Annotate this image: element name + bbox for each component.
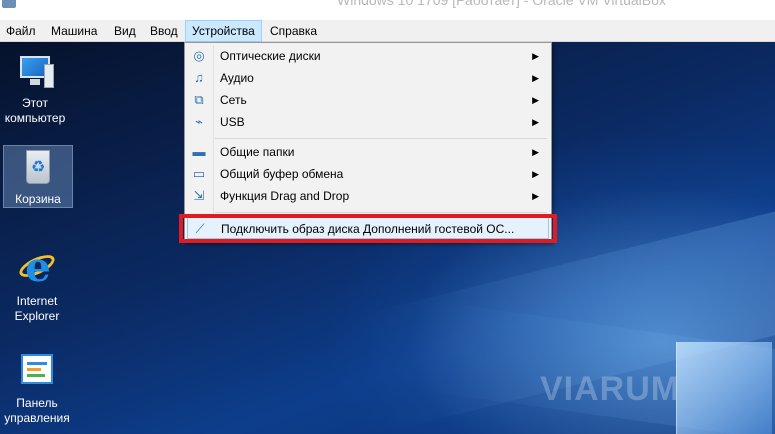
desktop-icon-label: Корзина [15,192,61,206]
menu-item-label: Аудио [220,71,254,85]
this-pc-icon [14,50,56,92]
usb-icon: ⌁ [195,114,203,129]
submenu-arrow-icon: ▶ [532,117,539,127]
menu-separator [215,212,547,213]
devices-menu: ◎ Оптические диски ▶ ♫ Аудио ▶ ⧉ Сеть ▶ … [184,42,552,243]
submenu-arrow-icon: ▶ [532,51,539,61]
desktop-icon-label: Панель управления [4,396,70,425]
drag-drop-icon: ⇲ [193,188,205,203]
desktop-icon-this-pc[interactable]: Этот компьютер [1,50,69,126]
control-panel-icon [16,350,58,392]
menu-item-usb[interactable]: ⌁ USB ▶ [187,111,549,133]
menu-item-audio[interactable]: ♫ Аудио ▶ [187,67,549,89]
wallpaper-windows-logo [676,342,772,434]
menu-item-shared-clipboard[interactable]: ▭ Общий буфер обмена ▶ [187,163,549,185]
menu-file[interactable]: Файл [0,20,42,42]
annotation-highlight-box [179,214,557,243]
submenu-arrow-icon: ▶ [532,147,539,157]
menu-input[interactable]: Ввод [144,20,184,42]
clipboard-icon: ▭ [192,166,206,181]
watermark: VIARUM [540,370,681,408]
window-title: Windows 10 1709 [Работает] - Oracle VM V… [337,0,666,8]
desktop-icon-internet-explorer[interactable]: e Internet Explorer [3,248,71,324]
internet-explorer-icon: e [16,248,58,290]
menu-help[interactable]: Справка [264,20,323,42]
submenu-arrow-icon: ▶ [532,191,539,201]
menu-item-label: Оптические диски [220,49,321,63]
desktop-icon-control-panel[interactable]: Панель управления [3,350,71,426]
submenu-arrow-icon: ▶ [532,169,539,179]
window-titlebar: Windows 10 1709 [Работает] - Oracle VM V… [0,0,775,20]
desktop-icon-label: Internet Explorer [14,294,60,323]
menu-item-label: USB [220,115,245,129]
network-icon: ⧉ [194,92,204,107]
menu-item-label: Функция Drag and Drop [220,189,350,203]
desktop-icon-label: Этот компьютер [4,96,66,125]
menu-item-drag-and-drop[interactable]: ⇲ Функция Drag and Drop ▶ [187,185,549,207]
menu-item-network[interactable]: ⧉ Сеть ▶ [187,89,549,111]
menu-devices[interactable]: Устройства [185,20,262,42]
menu-view[interactable]: Вид [108,20,142,42]
menu-item-label: Сеть [220,93,247,107]
desktop-icon-recycle-bin[interactable]: ♻ Корзина [3,145,73,208]
menu-item-shared-folders[interactable]: ▬ Общие папки ▶ [187,141,549,163]
menu-machine[interactable]: Машина [45,20,103,42]
menu-item-optical-drives[interactable]: ◎ Оптические диски ▶ [187,45,549,67]
audio-icon: ♫ [194,70,204,85]
optical-disc-icon: ◎ [193,48,205,63]
submenu-arrow-icon: ▶ [532,95,539,105]
recycle-bin-icon: ♻ [17,146,59,188]
shared-folder-icon: ▬ [192,144,206,159]
menu-item-label: Общий буфер обмена [220,167,344,181]
virtualbox-app-icon [2,0,16,8]
menu-item-label: Общие папки [220,145,295,159]
menu-separator [215,138,547,139]
submenu-arrow-icon: ▶ [532,73,539,83]
menubar: Файл Машина Вид Ввод Устройства Справка [0,20,775,42]
